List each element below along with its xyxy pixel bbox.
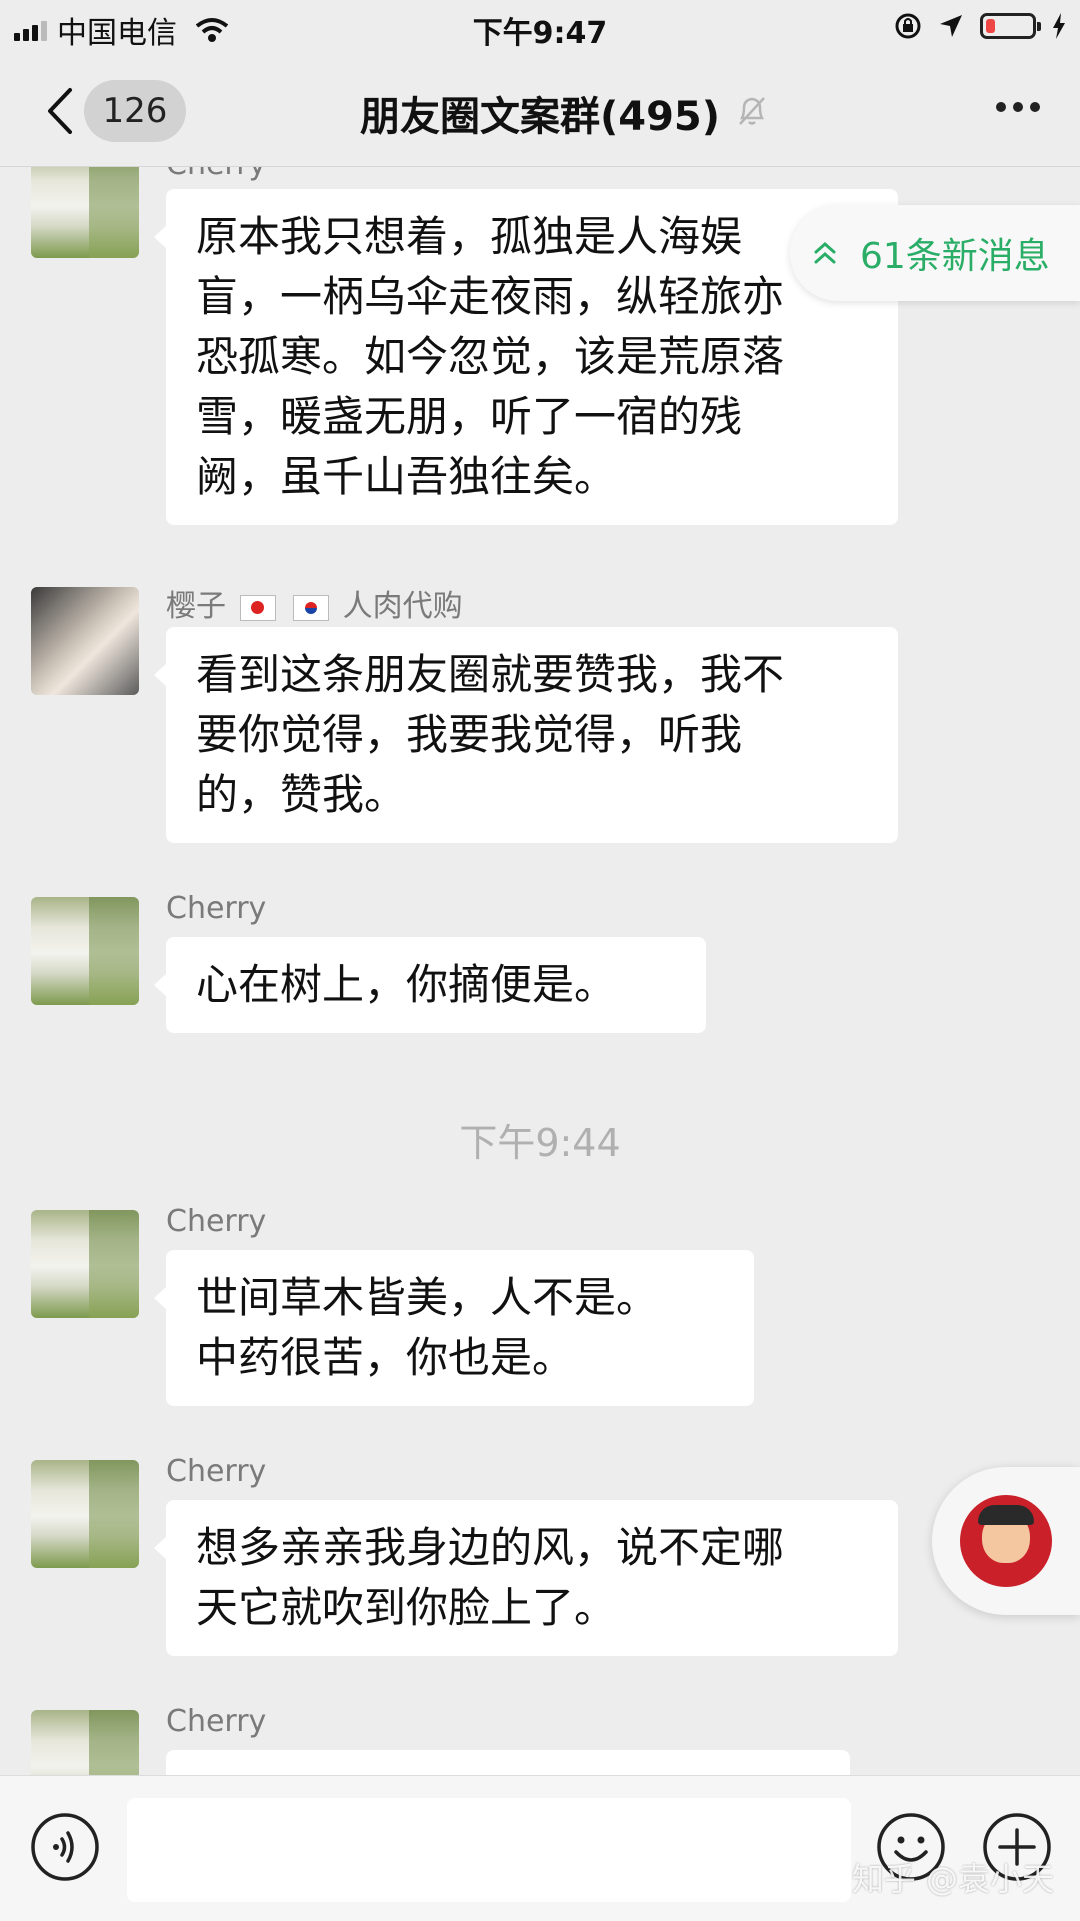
cartoon-avatar-icon	[960, 1495, 1052, 1587]
new-messages-button[interactable]: 61条新消息	[790, 205, 1080, 301]
message-bubble[interactable]	[166, 1750, 850, 1775]
sender-name: Cherry	[166, 1454, 267, 1489]
message-line: 雪，暖盏无朋，听了一宿的残	[196, 392, 743, 441]
sender-name: Cherry	[166, 167, 266, 182]
voice-icon[interactable]	[30, 1812, 100, 1882]
new-messages-label: 61条新消息	[860, 236, 1050, 277]
avatar[interactable]	[31, 1710, 139, 1775]
message-bubble[interactable]: 看到这条朋友圈就要赞我，我不 要你觉得，我要我觉得，听我 的，赞我。	[154, 627, 898, 843]
message-line: 要你觉得，我要我觉得，听我	[196, 710, 743, 759]
korea-flag-icon	[293, 594, 330, 621]
message-line: 的，赞我。	[196, 770, 407, 819]
message-line: 中药很苦，你也是。	[196, 1333, 575, 1382]
avatar[interactable]	[31, 1460, 139, 1568]
message-bubble[interactable]: 世间草木皆美，人不是。 中药很苦，你也是。	[154, 1250, 754, 1406]
message-line: 看到这条朋友圈就要赞我，我不	[196, 650, 785, 699]
message-line: 盲，一柄乌伞走夜雨，纵轻旅亦	[196, 272, 785, 321]
double-chevron-up-icon	[814, 241, 836, 264]
avatar[interactable]	[31, 167, 139, 258]
avatar[interactable]	[31, 1210, 139, 1318]
sender-name: Cherry	[166, 1204, 267, 1239]
message-line: 世间草木皆美，人不是。	[196, 1273, 659, 1322]
bell-off-icon	[739, 97, 765, 125]
more-dots-icon[interactable]	[996, 102, 1040, 112]
message-line: 恐孤寒。如今忽觉，该是荒原落	[196, 332, 785, 381]
nav-bar: 126 朋友圈文案群(495)	[0, 56, 1080, 167]
japan-flag-icon	[239, 594, 276, 621]
message-line: 心在树上，你摘便是。	[196, 960, 617, 1009]
floating-avatar-button[interactable]	[932, 1467, 1080, 1615]
avatar[interactable]	[31, 897, 139, 1005]
message-line: 阙，虽千山吾独往矣。	[196, 452, 617, 501]
sender-name: Cherry	[166, 1704, 267, 1739]
sender-name: Cherry	[166, 891, 267, 926]
watermark: 知乎 @袁小天	[851, 1860, 1054, 1898]
timestamp: 下午9:44	[459, 1121, 621, 1165]
message-bubble[interactable]: 心在树上，你摘便是。	[154, 937, 706, 1033]
message-bubble[interactable]: 原本我只想着，孤独是人海娱 盲，一柄乌伞走夜雨，纵轻旅亦 恐孤寒。如今忽觉，该是…	[154, 189, 898, 525]
location-arrow-icon	[940, 15, 962, 37]
chat-title: 朋友圈文案群(495)	[359, 94, 721, 140]
avatar[interactable]	[31, 587, 139, 695]
status-bar: 中国电信 下午9:47	[0, 0, 1080, 56]
message-input[interactable]	[127, 1798, 851, 1902]
chat-list[interactable]: Cherry 原本我只想着，孤独是人海娱 盲，一柄乌伞走夜雨，纵轻旅亦 恐孤寒。…	[0, 167, 1080, 1775]
message-line: 原本我只想着，孤独是人海娱	[196, 212, 743, 261]
message-line: 天它就吹到你脸上了。	[196, 1583, 617, 1632]
message-bubble[interactable]: 想多亲亲我身边的风，说不定哪 天它就吹到你脸上了。	[154, 1500, 898, 1656]
rotation-lock-icon	[895, 13, 921, 39]
charging-bolt-icon	[1053, 13, 1065, 39]
message-line: 想多亲亲我身边的风，说不定哪	[196, 1523, 785, 1572]
sender-name: 樱子 人肉代购	[166, 589, 463, 624]
battery-icon	[980, 13, 1041, 39]
